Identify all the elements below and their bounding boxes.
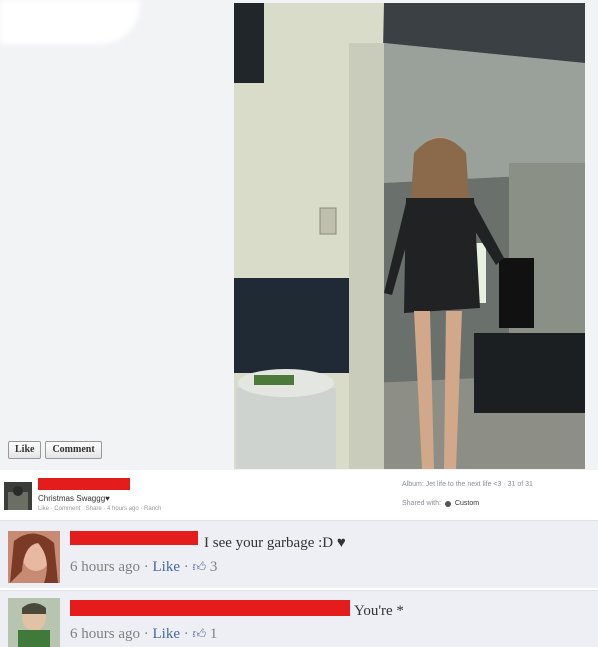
thumbs-up-icon: 👍︎	[192, 626, 207, 641]
album-actions: Like · Comment · Share · 4 hours ago · R…	[38, 506, 162, 512]
comment-like-count[interactable]: 3	[210, 559, 218, 575]
comment-time: 6 hours ago	[70, 626, 140, 642]
thumbs-up-icon: 👍︎	[192, 559, 207, 574]
shared-with-label: Shared with:	[402, 500, 441, 507]
comment-item: I see your garbage :D ♥ 6 hours ago · Li…	[0, 520, 598, 588]
redacted-commenter-name	[70, 600, 350, 616]
privacy-gear-icon	[444, 500, 451, 507]
comment-meta: 6 hours ago · Like · 👍︎ 3	[70, 559, 218, 575]
comment-button[interactable]: Comment	[45, 441, 102, 459]
shared-with: Shared with: Custom	[402, 500, 479, 507]
comment-text: You're *	[354, 603, 404, 619]
comment-text: I see your garbage :D ♥	[204, 535, 346, 551]
comment-meta: 6 hours ago · Like · 👍︎ 1	[70, 626, 218, 642]
comment-like-link[interactable]: Like	[153, 559, 181, 575]
like-button[interactable]: Like	[8, 441, 42, 459]
main-photo[interactable]	[234, 3, 585, 469]
owner-thumbnail[interactable]	[4, 482, 32, 510]
post-actions: Like Comment	[8, 441, 102, 459]
comment-like-count[interactable]: 1	[210, 626, 218, 642]
redacted-commenter-name	[70, 531, 198, 545]
blurred-overlay	[0, 0, 140, 44]
comment-item: You're * 6 hours ago · Like · 👍︎ 1	[0, 590, 598, 647]
commenter-avatar[interactable]	[8, 598, 60, 647]
comment-time: 6 hours ago	[70, 559, 140, 575]
redacted-owner-name	[38, 478, 130, 490]
privacy-setting[interactable]: Custom	[455, 500, 479, 507]
comment-like-link[interactable]: Like	[153, 626, 181, 642]
album-name[interactable]: Christmas Swaggg♥	[38, 494, 110, 503]
album-info[interactable]: Album: Jet life to the next life <3 · 31…	[402, 481, 533, 488]
commenter-avatar[interactable]	[8, 531, 60, 583]
